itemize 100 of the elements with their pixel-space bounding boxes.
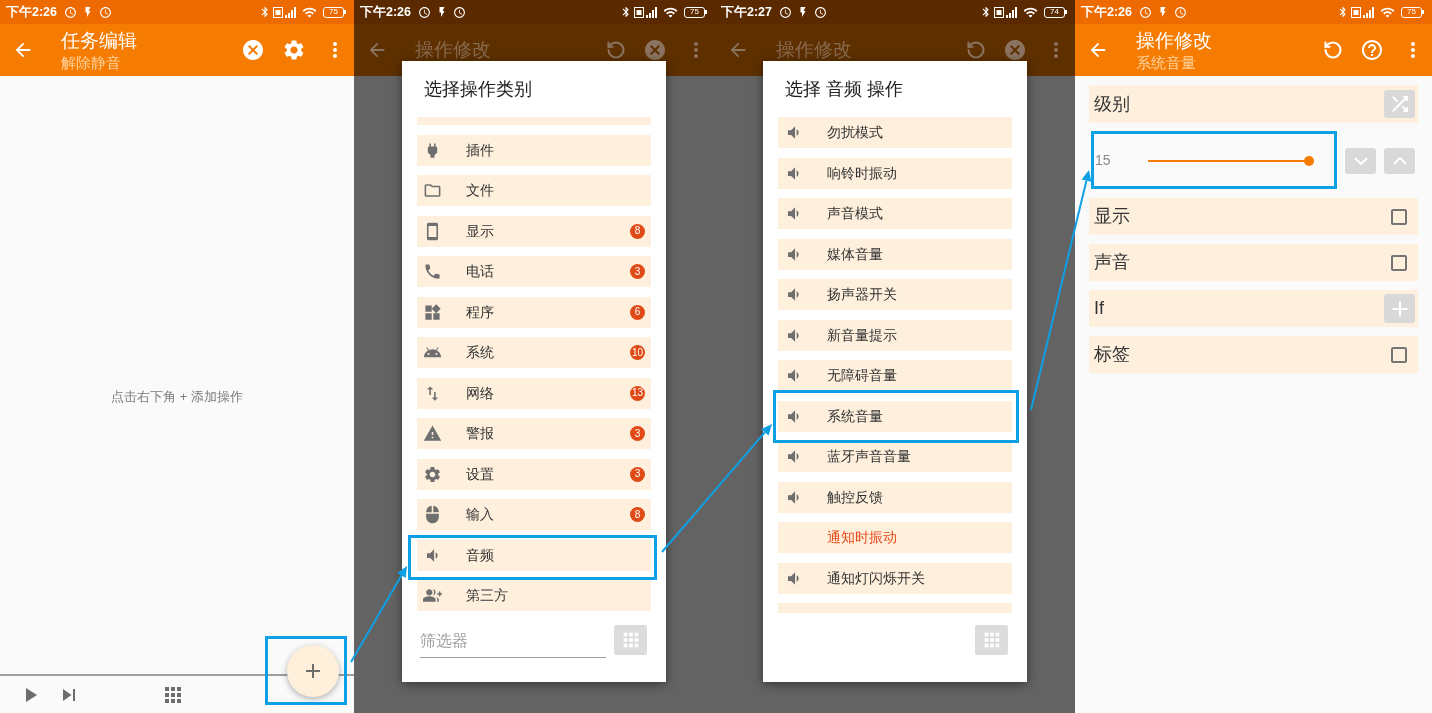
item-label: 触控反馈 [827, 487, 884, 507]
list-item[interactable]: 第三方 [417, 580, 651, 611]
list-item[interactable]: 声音模式 [778, 198, 1012, 229]
item-label: 扬声器开关 [827, 285, 898, 304]
clock-icon [99, 5, 113, 19]
gear-icon [423, 464, 442, 484]
checkbox[interactable] [1391, 254, 1407, 271]
item-label: 无障碍音量 [827, 366, 898, 385]
list-item[interactable]: 显示 8 [417, 215, 651, 247]
slider-value: 15 [1095, 151, 1112, 170]
battery-level: 74 [1044, 6, 1065, 18]
item-label: 输入 [466, 505, 495, 524]
item-label: 通知时振动 [827, 528, 898, 547]
screen-title: 任务编辑 [61, 28, 137, 53]
row-label: 标签 [1094, 343, 1131, 366]
row-label: If [1094, 297, 1105, 320]
count-badge: 3 [630, 426, 645, 441]
status-time: 下午2:26 [360, 5, 412, 19]
screen-title: 操作修改 [1136, 28, 1212, 53]
counterclockwise-arrow-icon[interactable] [606, 40, 626, 60]
list-item[interactable]: 电话 3 [417, 256, 651, 287]
list-item[interactable]: 文件 [417, 175, 651, 206]
increase-button[interactable] [1384, 147, 1415, 174]
bluetooth-icon [980, 6, 992, 18]
settings-icon[interactable] [282, 38, 306, 62]
list-item[interactable]: 蓝牙声音音量 [778, 441, 1012, 472]
checkbox[interactable] [1391, 346, 1407, 363]
signal-icon [1351, 6, 1374, 18]
filter-field[interactable]: 筛选器 [420, 625, 606, 658]
screen-subtitle: 解除静音 [61, 52, 121, 72]
dialog-title: 选择操作类别 [424, 77, 532, 101]
counterclockwise-arrow-icon[interactable] [966, 40, 986, 60]
count-badge: 10 [629, 345, 645, 360]
list-item[interactable]: 勿扰模式 [778, 117, 1012, 148]
add-button[interactable] [1384, 294, 1415, 323]
clock-icon [64, 5, 78, 19]
item-label: 通知灯闪烁开关 [827, 568, 926, 588]
warning-icon [423, 424, 442, 443]
count-badge: 13 [629, 385, 645, 401]
list-item[interactable]: 触控反馈 [778, 481, 1012, 513]
signal-icon [273, 6, 296, 18]
count-badge: 8 [630, 507, 645, 522]
item-label: 蓝牙声音音量 [827, 447, 912, 466]
list-item[interactable]: 通知时振动 [778, 522, 1012, 553]
battery-level: 75 [1401, 6, 1422, 18]
list-item[interactable]: 音频 [417, 539, 651, 571]
widgets-icon [423, 302, 442, 322]
list-item[interactable]: 网络 13 [417, 377, 651, 409]
signal-icon [994, 6, 1017, 18]
decrease-button[interactable] [1345, 147, 1376, 174]
row-label: 显示 [1094, 205, 1131, 228]
help-icon[interactable] [1360, 38, 1384, 62]
slider-track[interactable] [1148, 155, 1314, 166]
list-item[interactable]: 通知灯闪烁开关 [778, 562, 1012, 594]
signal-icon [634, 6, 657, 18]
list-item[interactable]: 警报 3 [417, 418, 651, 449]
shuffle-button[interactable] [1384, 90, 1415, 118]
chevron-down-icon [1353, 156, 1368, 165]
item-label: 插件 [466, 140, 495, 160]
list-item[interactable]: 插件 [417, 134, 651, 166]
bluetooth-icon [1337, 6, 1349, 18]
clock-icon [779, 5, 793, 19]
item-label: 网络 [466, 383, 495, 403]
clock-icon [814, 5, 828, 19]
count-badge: 3 [630, 466, 645, 482]
item-label: 音频 [466, 545, 495, 565]
list-item[interactable]: 系统 10 [417, 337, 651, 368]
mouse-icon [423, 505, 442, 524]
list-item[interactable]: 媒体音量 [778, 238, 1012, 270]
count-badge: 6 [630, 304, 645, 320]
item-label: 文件 [466, 181, 495, 200]
list-item[interactable]: 无障碍音量 [778, 360, 1012, 391]
battery-level: 75 [323, 6, 344, 18]
screen-title: 操作修改 [776, 38, 852, 62]
close-icon[interactable] [643, 38, 667, 62]
list-item[interactable]: 设置 3 [417, 458, 651, 490]
list-item[interactable]: 系统音量 [778, 400, 1012, 432]
slider-thumb[interactable] [1304, 155, 1314, 166]
item-label: 第三方 [466, 586, 509, 605]
screen-subtitle: 系统音量 [1136, 52, 1196, 72]
checkbox[interactable] [1391, 208, 1407, 225]
list-item[interactable]: 新音量提示 [778, 319, 1012, 351]
list-item[interactable]: 扬声器开关 [778, 279, 1012, 310]
bluetooth-icon [620, 6, 632, 18]
item-label: 系统音量 [827, 406, 884, 426]
item-label: 警报 [466, 424, 495, 443]
item-label: 媒体音量 [827, 244, 884, 264]
list-item[interactable]: 程序 6 [417, 296, 651, 328]
item-label: 程序 [466, 302, 495, 322]
bluetooth-icon [259, 6, 271, 18]
close-icon[interactable] [1003, 38, 1027, 62]
grid-button[interactable] [975, 625, 1008, 655]
dialog-title: 选择 音频 操作 [785, 77, 903, 101]
item-label: 系统 [466, 343, 495, 362]
status-time: 下午2:26 [1081, 5, 1133, 19]
item-label: 电话 [466, 262, 495, 281]
list-item[interactable]: 响铃时振动 [778, 157, 1012, 189]
status-time: 下午2:26 [6, 5, 58, 19]
list-item[interactable]: 输入 8 [417, 499, 651, 530]
grid-button[interactable] [614, 625, 647, 655]
